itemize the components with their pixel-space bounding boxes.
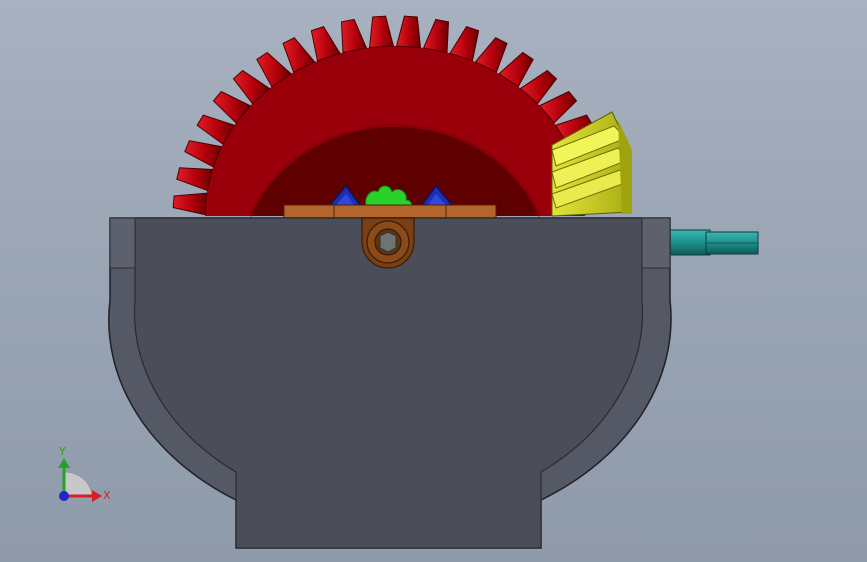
housing-right-lip — [641, 217, 671, 269]
shaft-hex-icon — [379, 231, 397, 253]
gear-tooth — [395, 15, 422, 49]
z-axis-dot — [59, 491, 69, 501]
bracket-ear[interactable] — [361, 217, 415, 269]
housing-left-lip — [109, 217, 136, 269]
triad-xy-plane — [63, 471, 93, 497]
bracket[interactable] — [283, 204, 497, 219]
cad-viewport[interactable]: Y X — [0, 0, 867, 562]
gear-tooth — [176, 167, 213, 192]
coordinate-triad[interactable]: Y X — [58, 445, 111, 502]
y-axis-arrowhead — [58, 458, 70, 468]
gear-tooth — [368, 15, 395, 49]
x-axis-arrowhead — [92, 490, 102, 502]
gear-tooth — [422, 18, 450, 54]
gear-tooth — [172, 192, 208, 216]
x-axis-label: X — [103, 489, 111, 502]
model-canvas[interactable]: Y X — [0, 0, 867, 562]
y-axis-label: Y — [58, 445, 66, 458]
bevel-gear[interactable] — [172, 15, 618, 217]
gear-tooth — [340, 18, 368, 54]
output-shaft[interactable] — [669, 229, 759, 256]
